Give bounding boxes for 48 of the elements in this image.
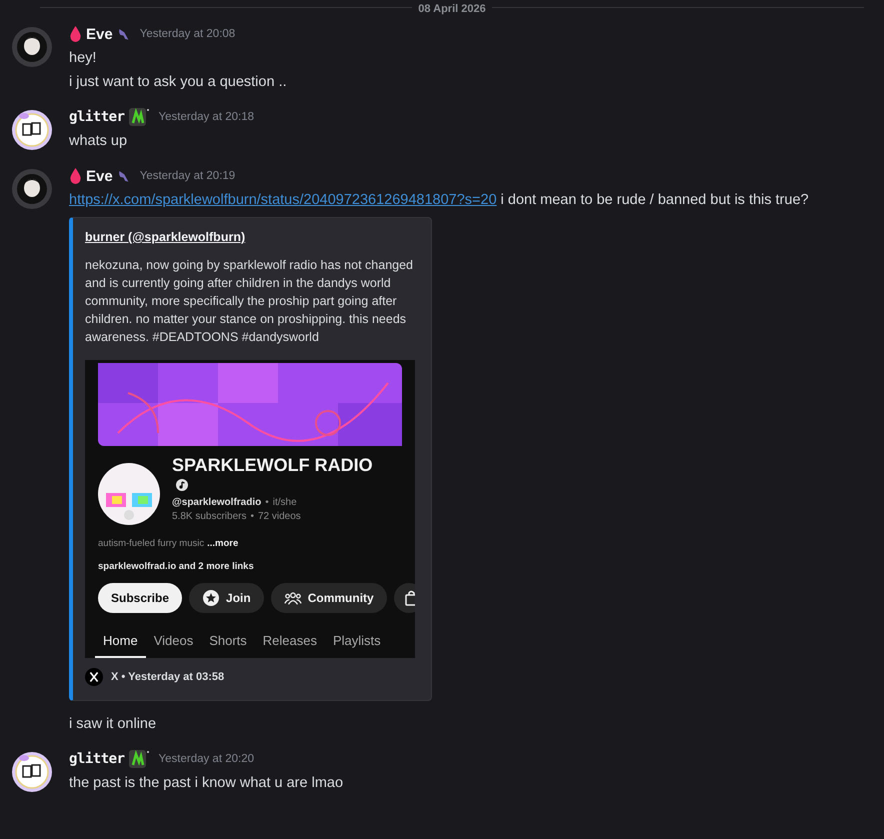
avatar[interactable] [12,169,52,209]
timestamp: Yesterday at 20:19 [140,170,236,182]
badge-icon [128,750,149,768]
timestamp: Yesterday at 20:20 [158,753,254,765]
message-text: i just want to ask you a question .. [69,73,287,91]
channel-description: autism-fueled furry music [98,538,204,549]
channel-links[interactable]: sparklewolfrad.io and 2 more links [98,561,254,572]
badge-icon [128,108,149,126]
music-note-icon [176,479,188,491]
channel-name: SPARKLEWOLF RADIO [172,455,373,476]
join-button[interactable]: Join [189,583,264,613]
droplet-icon [69,168,82,184]
subscribe-button[interactable]: Subscribe [98,583,182,613]
author-name[interactable]: Eve [86,26,113,42]
embed-footer: X • Yesterday at 03:58 [111,671,224,683]
people-icon [284,590,302,606]
timestamp: Yesterday at 20:08 [140,28,236,40]
message-text: hey! [69,49,98,67]
more-link[interactable]: ...more [207,538,238,549]
timestamp: Yesterday at 20:18 [158,111,254,123]
embed-description: nekozuna, now going by sparklewolf radio has not changed and is currently going after children in the dandys world community, more specifically the proship part going after children. no matter your stance on proshipping. this needs awareness. #DEADTOONS #dandysworld [85,257,414,346]
tweet-link[interactable]: https://x.com/sparklewolfburn/status/2040972361269481807?s=20 [69,192,497,208]
message-text: i saw it online [69,715,158,733]
author-name[interactable]: Eve [86,168,113,184]
x-logo-icon [85,668,103,686]
channel-screenshot[interactable] [85,360,415,658]
droplet-icon [69,26,82,42]
message-text: whats up [69,132,128,150]
channel-stat: 5.8K subscribers [172,511,246,522]
channel-tab[interactable]: Shorts [201,629,255,658]
author-name[interactable]: glitter [69,109,125,125]
avatar[interactable] [12,110,52,150]
channel-tab[interactable]: Home [95,629,146,658]
message-text: https://x.com/sparklewolfburn/status/2040972361269481807?s=20 i dont mean to be rude / banned but is this true? [69,191,809,209]
separator-dot: • [265,497,269,508]
channel-stat: 72 videos [258,511,301,522]
avatar[interactable] [12,27,52,67]
channel-tab[interactable]: Playlists [324,629,389,658]
community-button[interactable]: Community [270,583,387,613]
channel-handle: @sparklewolfradio [172,497,262,508]
message-text: the past is the past i know what u are lmao [69,774,344,792]
pronouns: it/she [272,497,297,508]
channel-tab[interactable]: Releases [254,629,325,658]
separator-dot: • [250,511,254,522]
author-name[interactable]: glitter [69,751,125,767]
embed-author[interactable]: burner (@sparklewolfburn) [85,230,246,244]
avatar[interactable] [12,752,52,792]
channel-tab[interactable]: Videos [146,629,202,658]
